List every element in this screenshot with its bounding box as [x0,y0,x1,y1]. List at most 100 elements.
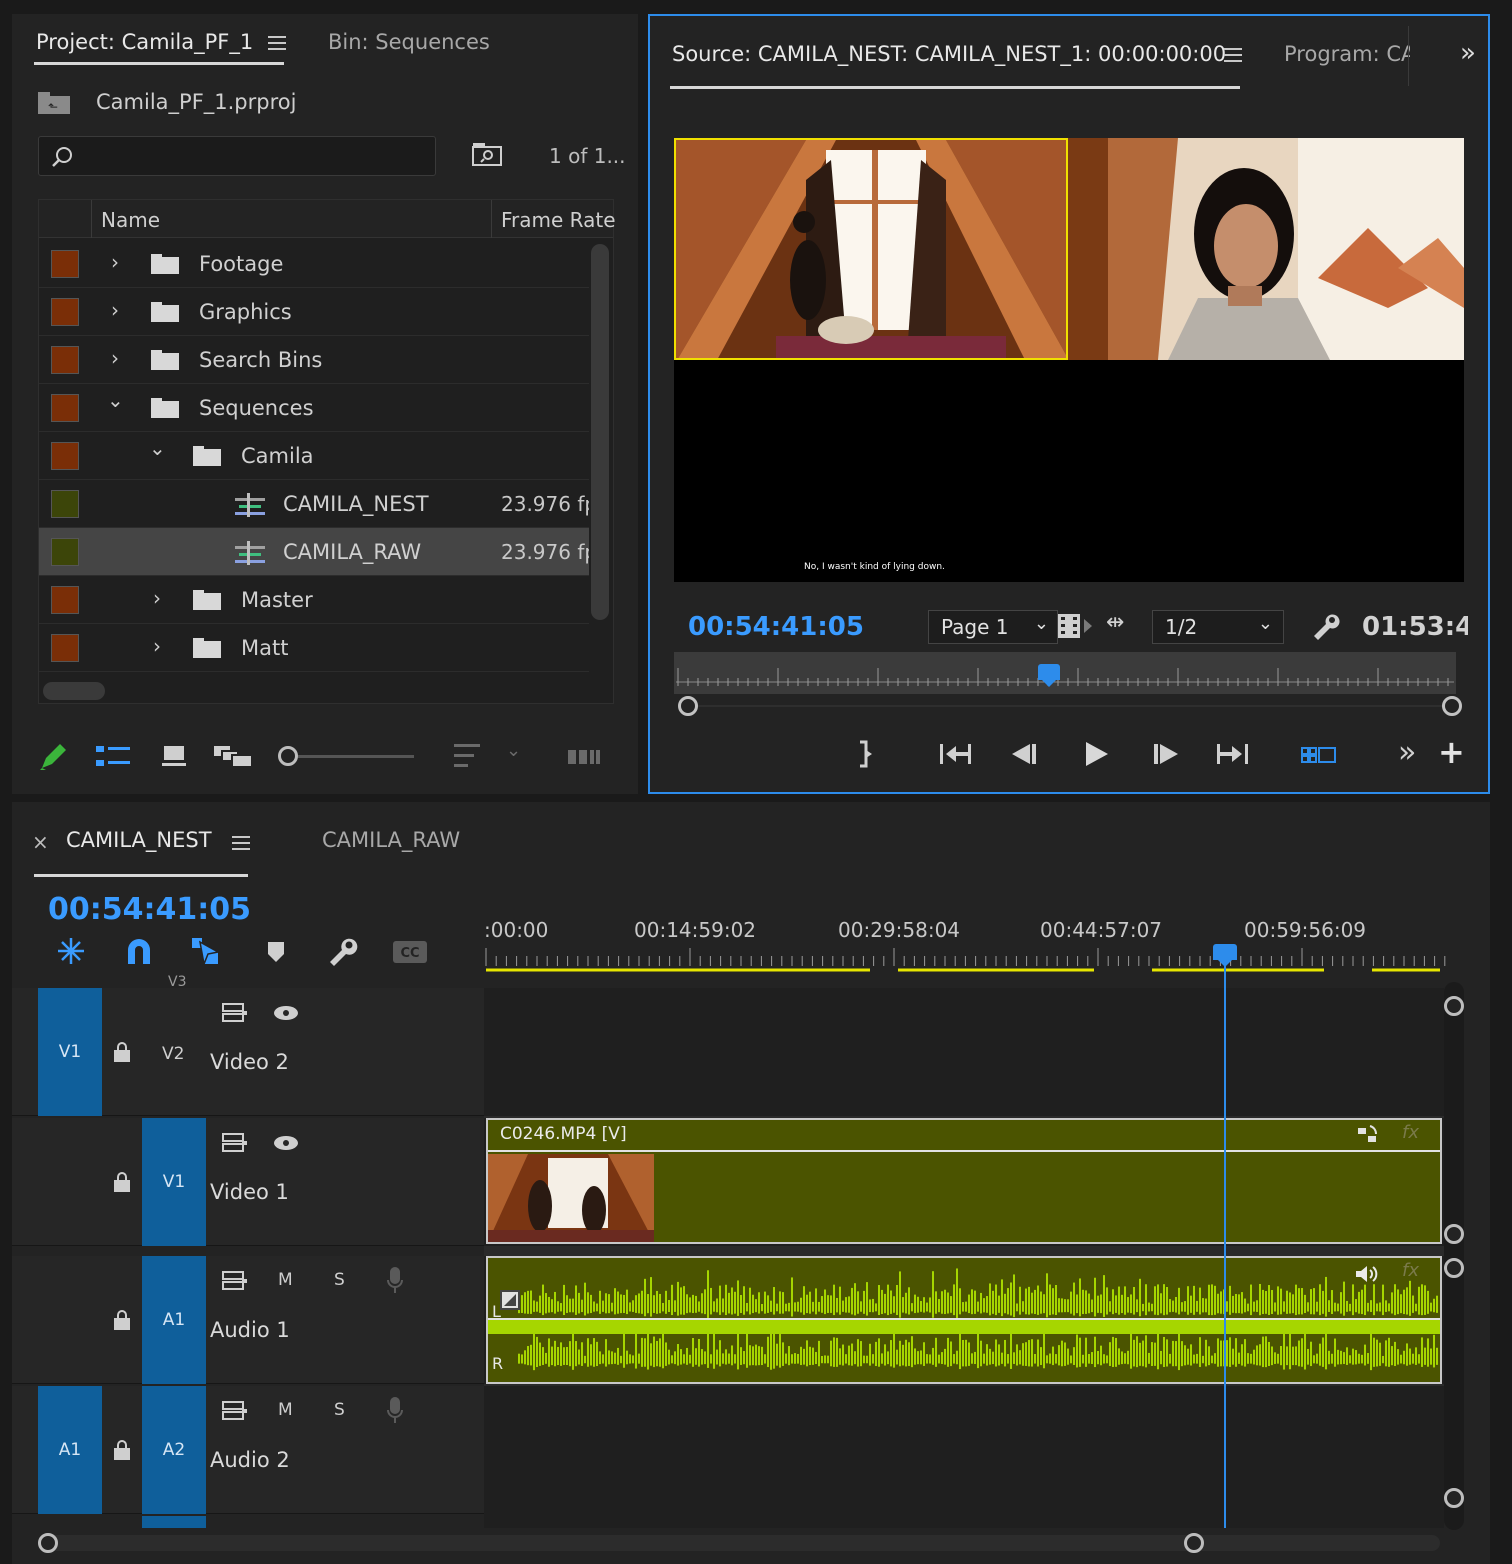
sync-lock-icon[interactable] [222,1002,248,1024]
button-editor-plus-icon[interactable]: + [1438,736,1465,768]
zoom-slider-track[interactable] [298,755,414,758]
tab-camila-raw[interactable]: CAMILA_RAW [322,828,460,852]
track-target-v1[interactable]: V1 [142,1118,206,1246]
label-color-swatch[interactable] [51,394,79,422]
step-back-icon[interactable] [1010,742,1038,766]
list-item-graphics[interactable]: › Graphics [39,288,589,336]
project-search-field[interactable] [79,143,419,169]
project-panel-menu-icon[interactable] [268,36,286,50]
label-color-swatch[interactable] [51,490,79,518]
icon-view-icon[interactable] [162,744,186,768]
column-frame-rate[interactable]: Frame Rate [501,208,616,232]
drag-audio-only-icon[interactable]: ⇹ [1106,612,1124,634]
timeline-playhead[interactable] [1212,944,1237,968]
timeline-time-ruler[interactable]: :00:00 00:14:59:02 00:29:58:04 00:44:57:… [484,902,1446,974]
drag-video-only-icon[interactable] [1056,612,1096,640]
freeform-view-icon[interactable] [214,744,254,768]
source-patch-a1[interactable]: A1 [38,1386,102,1514]
source-playhead-timecode[interactable]: 00:54:41:05 [688,612,864,642]
scroll-handle-bottom[interactable] [1444,1224,1464,1244]
zoom-bar-left-handle[interactable] [678,696,698,716]
label-color-swatch[interactable] [51,634,79,662]
horizontal-scrollbar[interactable] [43,682,105,700]
mute-button[interactable]: M [278,1400,293,1420]
sync-lock-icon[interactable] [222,1270,248,1292]
scroll-handle-top[interactable] [1444,1258,1464,1278]
list-item-master[interactable]: › Master [39,576,589,624]
fx-badge[interactable]: fx [1402,1260,1419,1281]
list-item-sequences[interactable]: ⌄ Sequences [39,384,589,432]
sync-lock-icon[interactable] [222,1400,248,1422]
step-forward-icon[interactable] [1152,742,1180,766]
list-item-camila[interactable]: ⌄ Camila [39,432,589,480]
timeline-menu-icon[interactable] [232,836,250,850]
zoom-slider-handle[interactable] [278,746,298,766]
multicam-angle-2[interactable] [1068,138,1464,360]
column-name[interactable]: Name [101,208,160,232]
tab-project[interactable]: Project: Camila_PF_1 [36,30,253,54]
track-area[interactable]: C0246.MP4 [V] fx L R fx [484,948,1444,1528]
multicam-view-icon[interactable] [1300,744,1338,766]
tab-bin-sequences[interactable]: Bin: Sequences [328,30,490,54]
lock-icon[interactable] [114,1172,132,1192]
project-search-input[interactable] [38,136,436,176]
tab-source[interactable]: Source: CAMILA_NEST: CAMILA_NEST_1: 00:0… [672,42,1226,66]
more-panels-chevron-icon[interactable]: » [1460,40,1476,66]
mute-button[interactable]: M [278,1270,293,1290]
chevron-right-icon[interactable]: › [111,250,119,274]
track-target-a1[interactable]: A1 [142,1256,206,1384]
list-view-icon[interactable] [96,746,130,768]
label-color-swatch[interactable] [51,250,79,278]
keyframe-toggle-icon[interactable] [500,1290,520,1310]
solo-button[interactable]: S [334,1400,345,1420]
eye-icon[interactable] [272,1004,300,1022]
sync-lock-icon[interactable] [222,1132,248,1154]
audio-clip-c0246[interactable]: L R fx [486,1256,1442,1384]
source-zoom-bar[interactable] [678,696,1462,716]
scroll-handle-bottom[interactable] [1444,1488,1464,1508]
tab-camila-nest[interactable]: CAMILA_NEST [66,828,212,852]
label-color-swatch[interactable] [51,298,79,326]
list-item-footage[interactable]: › Footage [39,240,589,288]
scroll-handle-top[interactable] [1444,996,1464,1016]
snap-magnet-icon[interactable] [124,936,154,966]
timeline-playhead-timecode[interactable]: 00:54:41:05 [48,892,251,927]
chevron-down-icon[interactable]: ⌄ [107,388,124,412]
label-color-swatch[interactable] [51,538,79,566]
chevron-down-icon[interactable]: ⌄ [149,436,166,460]
scroll-handle-right[interactable] [1184,1533,1204,1553]
vertical-scrollbar[interactable] [591,244,609,620]
list-item-camila-nest[interactable]: CAMILA_NEST 23.976 fps [39,480,589,528]
automate-to-sequence-icon[interactable] [568,748,602,766]
close-tab-icon[interactable]: × [32,830,49,854]
chevron-down-icon[interactable]: ⌄ [506,742,521,760]
source-playhead[interactable] [1038,664,1061,688]
timeline-vertical-scrollbar[interactable] [1444,982,1464,1530]
zoom-bar-right-handle[interactable] [1442,696,1462,716]
lock-icon[interactable] [114,1440,132,1460]
source-video-frame[interactable]: No, I wasn't kind of lying down. [674,138,1464,582]
find-in-project-icon[interactable] [472,142,504,166]
fx-badge[interactable]: fx [1402,1122,1419,1143]
page-select-dropdown[interactable]: Page 1 ⌄ [928,610,1058,644]
list-item-search-bins[interactable]: › Search Bins [39,336,589,384]
captions-cc-icon[interactable]: CC [392,940,428,964]
go-to-in-icon[interactable] [938,742,972,766]
timeline-horizontal-scrollbar[interactable] [38,1532,1442,1554]
microphone-icon[interactable] [386,1266,404,1294]
sort-icons-icon[interactable] [454,744,482,770]
chevron-right-icon[interactable]: › [153,586,161,610]
project-folder-up-icon[interactable]: ⬑ [38,92,70,114]
label-color-swatch[interactable] [51,586,79,614]
tab-program[interactable]: Program: CAMILA [1284,42,1410,66]
eye-icon[interactable] [272,1134,300,1152]
label-color-swatch[interactable] [51,442,79,470]
source-patch-v1[interactable]: V1 [38,988,102,1116]
track-target-a2[interactable]: A2 [142,1386,206,1514]
play-icon[interactable] [1082,740,1110,768]
label-color-swatch[interactable] [51,346,79,374]
lock-icon[interactable] [114,1310,132,1330]
microphone-icon[interactable] [386,1396,404,1424]
video-clip-c0246[interactable]: C0246.MP4 [V] fx [486,1118,1442,1244]
pencil-icon[interactable] [38,742,68,772]
